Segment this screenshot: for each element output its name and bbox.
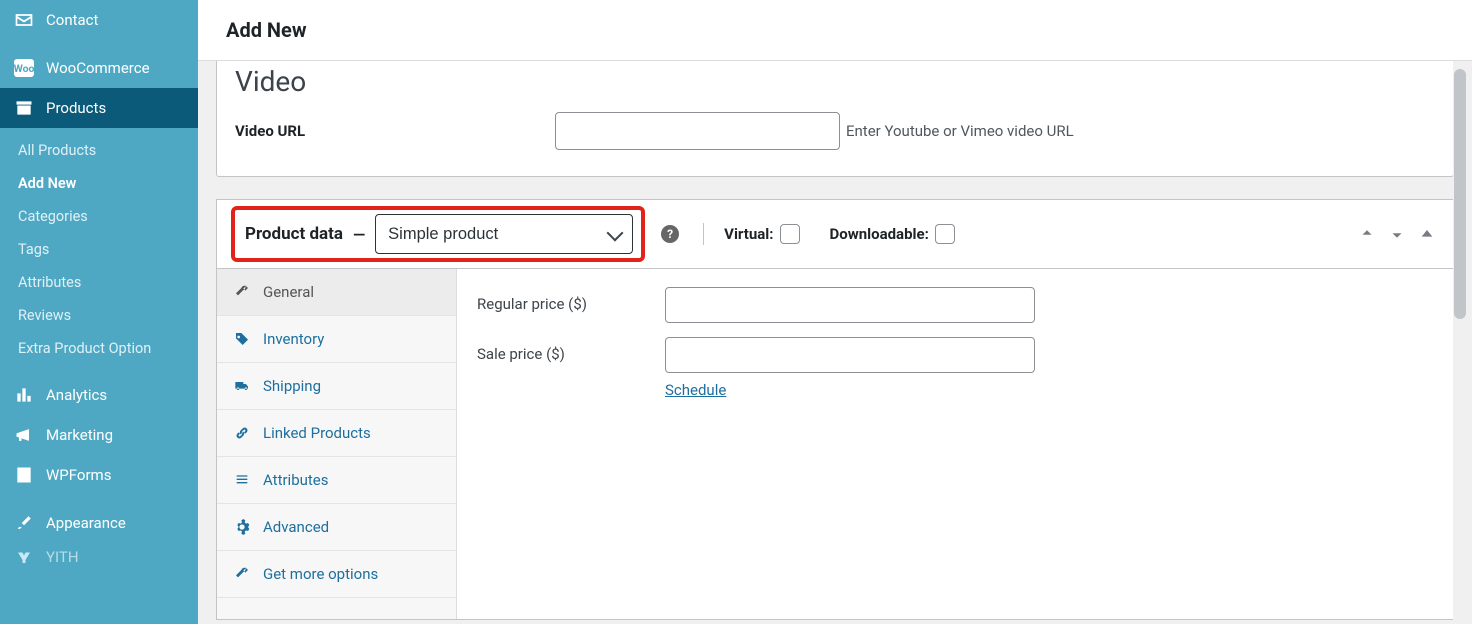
tab-content-general: Regular price ($) Sale price ($) Schedul… bbox=[457, 269, 1453, 619]
link-icon bbox=[233, 424, 251, 442]
submenu-categories[interactable]: Categories bbox=[0, 200, 198, 233]
submenu-tags[interactable]: Tags bbox=[0, 233, 198, 266]
sidebar-label: WPForms bbox=[46, 466, 111, 484]
virtual-checkbox[interactable] bbox=[780, 224, 800, 244]
wrench-icon bbox=[233, 283, 251, 301]
chart-bar-icon bbox=[14, 385, 34, 405]
submenu-extra-product-option[interactable]: Extra Product Option bbox=[0, 332, 198, 365]
regular-price-input[interactable] bbox=[665, 287, 1035, 323]
video-url-row: Video URL Enter Youtube or Vimeo video U… bbox=[217, 106, 1453, 176]
sidebar-label: Analytics bbox=[46, 386, 107, 404]
submenu-all-products[interactable]: All Products bbox=[0, 134, 198, 167]
product-data-header: Product data — Simple product ? Virtual: bbox=[217, 200, 1453, 269]
move-up-icon[interactable] bbox=[1355, 222, 1379, 246]
sidebar-item-marketing[interactable]: Marketing bbox=[0, 415, 198, 455]
video-url-label: Video URL bbox=[235, 122, 555, 140]
scrollbar-thumb[interactable] bbox=[1454, 69, 1466, 319]
sale-price-row: Sale price ($) Schedule bbox=[477, 337, 1433, 399]
video-panel-title: Video bbox=[217, 61, 1453, 106]
archive-icon bbox=[14, 98, 34, 118]
tab-label: Linked Products bbox=[263, 424, 371, 442]
sidebar-label: Marketing bbox=[46, 426, 113, 444]
submenu-reviews[interactable]: Reviews bbox=[0, 299, 198, 332]
schedule-link[interactable]: Schedule bbox=[665, 381, 726, 399]
wrench-icon bbox=[233, 565, 251, 583]
sidebar-label: WooCommerce bbox=[46, 59, 150, 77]
woocommerce-icon: Woo bbox=[14, 58, 34, 78]
product-type-select-wrap: Simple product bbox=[375, 214, 633, 254]
page-title: Add New bbox=[226, 18, 1444, 42]
sidebar-item-products[interactable]: Products bbox=[0, 88, 198, 128]
tab-label: Advanced bbox=[263, 518, 329, 536]
tab-label: Attributes bbox=[263, 471, 329, 489]
product-data-panel: Product data — Simple product ? Virtual: bbox=[216, 199, 1454, 620]
main-area: Add New Video Video URL Enter Youtube or… bbox=[198, 0, 1472, 624]
help-icon[interactable]: ? bbox=[661, 225, 679, 243]
sidebar-item-contact[interactable]: Contact bbox=[0, 0, 198, 40]
sidebar-item-yith[interactable]: YITH bbox=[0, 543, 198, 571]
tab-general[interactable]: General bbox=[217, 269, 456, 316]
truck-icon bbox=[233, 377, 251, 395]
downloadable-option: Downloadable: bbox=[830, 224, 955, 244]
sidebar-item-analytics[interactable]: Analytics bbox=[0, 375, 198, 415]
regular-price-row: Regular price ($) bbox=[477, 287, 1433, 323]
megaphone-icon bbox=[14, 425, 34, 445]
tab-label: General bbox=[263, 283, 314, 301]
submenu-attributes[interactable]: Attributes bbox=[0, 266, 198, 299]
separator bbox=[703, 223, 704, 245]
product-type-select[interactable]: Simple product bbox=[375, 214, 633, 254]
video-panel: Video Video URL Enter Youtube or Vimeo v… bbox=[216, 61, 1454, 177]
product-type-highlight: Product data — Simple product bbox=[231, 206, 645, 262]
scrollbar-track bbox=[1453, 61, 1469, 624]
downloadable-checkbox[interactable] bbox=[935, 224, 955, 244]
tag-icon bbox=[233, 330, 251, 348]
video-url-hint: Enter Youtube or Vimeo video URL bbox=[846, 122, 1074, 140]
form-icon bbox=[14, 465, 34, 485]
tab-label: Get more options bbox=[263, 565, 378, 583]
sidebar-label: Contact bbox=[46, 11, 98, 29]
tab-get-more-options[interactable]: Get more options bbox=[217, 551, 456, 598]
toggle-panel-icon[interactable] bbox=[1415, 222, 1439, 246]
products-submenu: All Products Add New Categories Tags Att… bbox=[0, 128, 198, 375]
tab-label: Inventory bbox=[263, 330, 324, 348]
sale-price-label: Sale price ($) bbox=[477, 337, 665, 363]
sidebar-label: Appearance bbox=[46, 514, 126, 532]
sidebar-item-woocommerce[interactable]: Woo WooCommerce bbox=[0, 48, 198, 88]
tab-linked-products[interactable]: Linked Products bbox=[217, 410, 456, 457]
tab-attributes[interactable]: Attributes bbox=[217, 457, 456, 504]
gear-icon bbox=[233, 518, 251, 536]
content-area: Video Video URL Enter Youtube or Vimeo v… bbox=[198, 61, 1472, 624]
virtual-label: Virtual: bbox=[724, 225, 773, 243]
page-header: Add New bbox=[198, 0, 1472, 61]
brush-icon bbox=[14, 513, 34, 533]
sidebar-item-appearance[interactable]: Appearance bbox=[0, 503, 198, 543]
sidebar-label: Products bbox=[46, 99, 106, 117]
tab-advanced[interactable]: Advanced bbox=[217, 504, 456, 551]
move-down-icon[interactable] bbox=[1385, 222, 1409, 246]
regular-price-label: Regular price ($) bbox=[477, 287, 665, 313]
admin-sidebar: Contact Woo WooCommerce Products All Pro… bbox=[0, 0, 198, 624]
product-data-title: Product data bbox=[245, 224, 343, 244]
submenu-add-new[interactable]: Add New bbox=[0, 167, 198, 200]
tab-inventory[interactable]: Inventory bbox=[217, 316, 456, 363]
sale-price-input[interactable] bbox=[665, 337, 1035, 373]
virtual-option: Virtual: bbox=[724, 224, 799, 244]
sidebar-item-wpforms[interactable]: WPForms bbox=[0, 455, 198, 495]
product-data-body: General Inventory Shipping Linked P bbox=[217, 269, 1453, 619]
video-url-input[interactable] bbox=[555, 112, 840, 150]
tab-shipping[interactable]: Shipping bbox=[217, 363, 456, 410]
list-icon bbox=[233, 471, 251, 489]
downloadable-label: Downloadable: bbox=[830, 225, 929, 243]
sidebar-label: YITH bbox=[46, 548, 79, 566]
tab-label: Shipping bbox=[263, 377, 321, 395]
panel-actions bbox=[1355, 222, 1439, 246]
product-data-dash: — bbox=[353, 225, 365, 244]
envelope-icon bbox=[14, 10, 34, 30]
product-data-tabs: General Inventory Shipping Linked P bbox=[217, 269, 457, 619]
yith-icon bbox=[14, 547, 34, 567]
